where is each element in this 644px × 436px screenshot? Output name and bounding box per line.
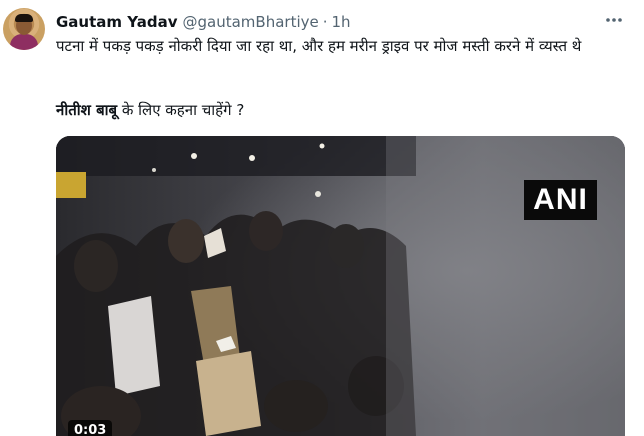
tweet-bold-mention: नीतीश बाबू bbox=[56, 101, 118, 119]
more-options-button[interactable] bbox=[604, 10, 624, 30]
tweet-text-line2: नीतीश बाबू के लिए कहना चाहेंगे ? bbox=[56, 100, 244, 121]
tweet-time[interactable]: 1h bbox=[332, 13, 351, 31]
video-player[interactable]: ANI 0:03 bbox=[56, 136, 625, 436]
tweet-header: Gautam Yadav @gautamBhartiye · 1h bbox=[56, 12, 351, 32]
video-duration-badge: 0:03 bbox=[68, 420, 113, 436]
profile-avatar[interactable] bbox=[3, 8, 45, 50]
author-name[interactable]: Gautam Yadav bbox=[56, 13, 178, 31]
avatar-shirt bbox=[10, 34, 38, 50]
tweet-text: पटना में पकड़ पकड़ नोकरी दिया जा रहा था,… bbox=[56, 37, 582, 55]
author-handle[interactable]: @gautamBhartiye bbox=[183, 13, 319, 31]
ani-watermark: ANI bbox=[524, 180, 597, 220]
tweet-text-rest: के लिए कहना चाहेंगे ? bbox=[117, 101, 245, 119]
more-horizontal-icon bbox=[606, 18, 622, 22]
watermark-text: ANI bbox=[533, 183, 588, 216]
separator-dot: · bbox=[322, 13, 328, 31]
tweet[interactable]: Gautam Yadav @gautamBhartiye · 1h पटना म… bbox=[0, 0, 644, 436]
avatar-hair bbox=[15, 14, 33, 22]
